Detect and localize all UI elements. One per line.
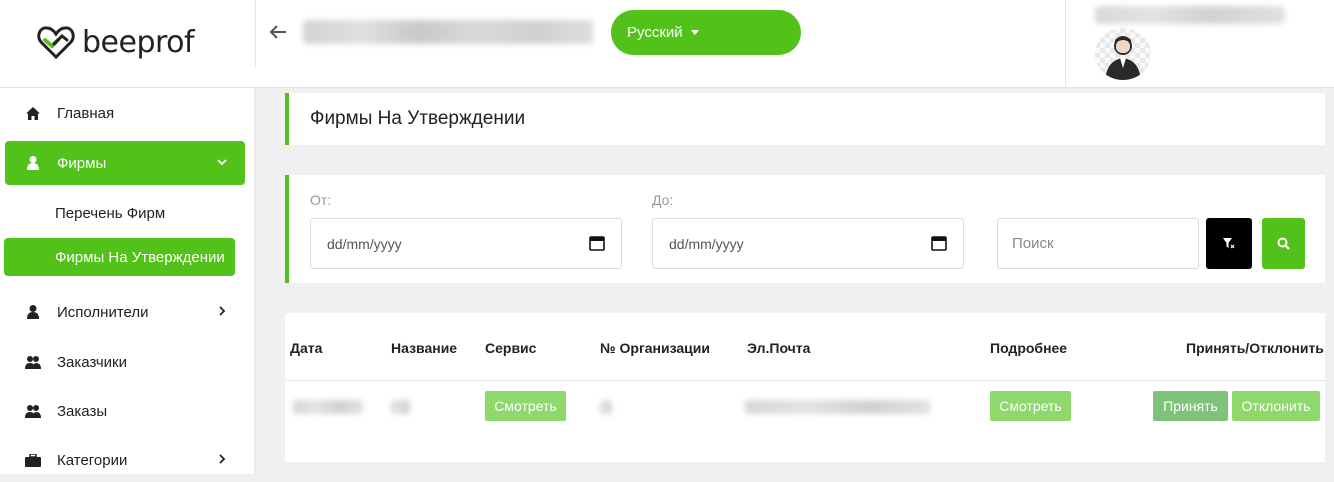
search-icon [1277,237,1290,250]
filter-clear-icon [1223,237,1235,248]
user-icon [23,305,43,319]
top-bar: beeprof Русский [0,0,1334,88]
column-header-date: Дата [290,340,323,356]
org-number-cell-redacted [600,400,612,414]
sidebar-item-label: Заказы [57,402,108,420]
to-date-input[interactable]: dd/mm/yyyy [652,218,964,269]
page-heading-redacted [303,20,593,44]
sidebar: Главная Фирмы Перечень Фирм Фирмы На Утв… [0,88,255,474]
reject-button[interactable]: Отклонить [1232,391,1320,421]
sidebar-item-label: Исполнители [57,303,149,321]
sidebar-item-label: Главная [57,104,115,122]
logo-text: beeprof [82,24,195,60]
sidebar-item-orders[interactable]: Заказы [5,389,245,433]
search-button[interactable] [1262,218,1305,269]
email-cell-redacted [745,400,930,414]
user-icon [23,156,43,170]
language-label: Русский [627,24,683,41]
from-date-label: От: [310,192,332,208]
users-icon [23,355,43,369]
page-heading-card: Фирмы На Утверждении [285,93,1325,145]
calendar-icon[interactable] [931,235,947,251]
to-date-value: dd/mm/yyyy [669,235,744,252]
caret-down-icon [690,30,699,35]
language-dropdown[interactable]: Русский [611,10,801,55]
column-header-org-number: № Организации [600,340,710,356]
avatar[interactable] [1095,28,1151,80]
column-header-details: Подробнее [990,340,1068,356]
chevron-right-icon [219,454,226,464]
header-divider [255,0,256,68]
page-title: Фирмы На Утверждении [310,108,526,129]
chevron-right-icon [219,306,226,316]
sidebar-item-executors[interactable]: Исполнители [5,290,245,334]
sidebar-item-label: Заказчики [57,353,127,371]
calendar-icon[interactable] [589,235,605,251]
user-name-redacted [1095,6,1285,24]
sidebar-item-customers[interactable]: Заказчики [5,340,245,384]
from-date-input[interactable]: dd/mm/yyyy [310,218,622,269]
home-icon [23,106,43,120]
row-divider [285,380,1325,381]
filter-panel: От: dd/mm/yyyy До: dd/mm/yyyy [285,175,1325,283]
user-avatar-icon [1105,36,1141,80]
sidebar-item-label: Фирмы [57,154,107,172]
firms-table: Дата Название Сервис № Организации Эл.По… [285,313,1325,462]
clear-filter-button[interactable] [1206,218,1252,269]
search-input[interactable] [997,218,1199,269]
from-date-value: dd/mm/yyyy [327,235,402,252]
column-header-email: Эл.Почта [747,340,811,356]
users-icon [23,404,43,418]
sidebar-item-label: Категории [57,451,128,469]
sidebar-subitem-pending-firms[interactable]: Фирмы На Утверждении [4,238,235,276]
column-header-name: Название [391,340,458,356]
sidebar-item-categories[interactable]: Категории [5,438,245,482]
sidebar-item-home[interactable]: Главная [5,91,245,135]
back-arrow-icon[interactable] [268,18,292,46]
to-date-label: До: [652,192,674,208]
column-header-service: Сервис [485,340,537,356]
accept-button[interactable]: Принять [1153,391,1228,421]
view-details-button[interactable]: Смотреть [990,391,1071,421]
briefcase-icon [23,453,43,467]
logo-heart-icon [37,26,75,60]
chevron-down-icon [217,159,227,166]
header-divider [1065,0,1066,88]
name-cell-redacted [391,400,411,414]
column-header-accept-reject: Принять/Отклонить [1186,340,1324,356]
date-cell-redacted [293,400,363,414]
sidebar-subitem-firm-list[interactable]: Перечень Фирм [4,194,235,232]
view-service-button[interactable]: Смотреть [485,391,566,421]
sidebar-item-firms[interactable]: Фирмы [5,141,245,185]
logo[interactable]: beeprof [36,20,256,64]
